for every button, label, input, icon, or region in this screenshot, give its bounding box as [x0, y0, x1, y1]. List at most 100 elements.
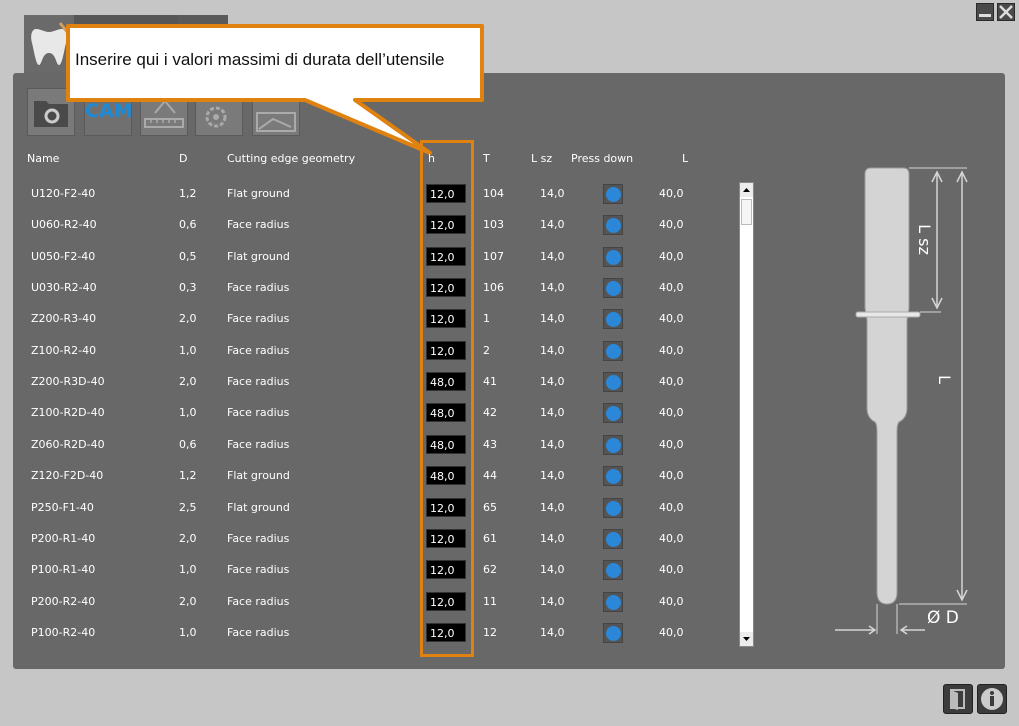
minimize-button[interactable] [976, 3, 994, 21]
press-down-button[interactable] [603, 184, 623, 204]
header-press-down: Press down [571, 152, 634, 165]
press-down-button[interactable] [603, 529, 623, 549]
press-down-dot-icon [606, 563, 621, 578]
row-l: 40,0 [659, 532, 684, 545]
press-down-button[interactable] [603, 623, 623, 643]
callout-text: Inserire qui i valori massimi di durata … [75, 50, 445, 69]
exit-button[interactable] [943, 684, 973, 714]
row-t: 103 [483, 218, 504, 231]
press-down-dot-icon [606, 344, 621, 359]
row-t: 43 [483, 438, 497, 451]
header-lsz: L sz [531, 152, 553, 165]
row-d: 1,0 [179, 344, 197, 357]
close-button[interactable] [997, 3, 1015, 21]
row-l: 40,0 [659, 218, 684, 231]
row-name: P100-R1-40 [31, 563, 96, 576]
row-d: 2,0 [179, 532, 197, 545]
row-l: 40,0 [659, 595, 684, 608]
press-down-dot-icon [606, 406, 621, 421]
row-name: Z100-R2D-40 [31, 406, 105, 419]
press-down-dot-icon [606, 312, 621, 327]
row-d: 2,0 [179, 595, 197, 608]
row-d: 1,0 [179, 563, 197, 576]
row-name: Z100-R2-40 [31, 344, 97, 357]
arrow-down-icon [743, 637, 750, 641]
row-t: 107 [483, 250, 504, 263]
row-geometry: Flat ground [227, 250, 290, 263]
callout-tooltip: Inserire qui i valori massimi di durata … [65, 23, 485, 155]
press-down-dot-icon [606, 532, 621, 547]
press-down-button[interactable] [603, 403, 623, 423]
row-geometry: Face radius [227, 438, 290, 451]
row-name: P250-F1-40 [31, 501, 94, 514]
press-down-button[interactable] [603, 466, 623, 486]
press-down-button[interactable] [603, 372, 623, 392]
row-geometry: Face radius [227, 312, 290, 325]
row-lsz: 14,0 [540, 595, 565, 608]
row-l: 40,0 [659, 312, 684, 325]
header-l: L [682, 152, 689, 165]
row-d: 0,6 [179, 438, 197, 451]
press-down-button[interactable] [603, 498, 623, 518]
row-t: 61 [483, 532, 497, 545]
press-down-dot-icon [606, 375, 621, 390]
info-button[interactable] [977, 684, 1007, 714]
row-d: 2,0 [179, 375, 197, 388]
row-d: 1,0 [179, 406, 197, 419]
row-t: 12 [483, 626, 497, 639]
row-t: 2 [483, 344, 490, 357]
h-column-highlight [420, 140, 474, 657]
row-geometry: Flat ground [227, 501, 290, 514]
row-lsz: 14,0 [540, 626, 565, 639]
row-l: 40,0 [659, 250, 684, 263]
row-l: 40,0 [659, 563, 684, 576]
press-down-dot-icon [606, 187, 621, 202]
row-t: 62 [483, 563, 497, 576]
scroll-down-button[interactable] [740, 632, 753, 646]
press-down-button[interactable] [603, 215, 623, 235]
row-l: 40,0 [659, 501, 684, 514]
row-t: 44 [483, 469, 497, 482]
row-lsz: 14,0 [540, 501, 565, 514]
row-d: 1,0 [179, 626, 197, 639]
row-t: 1 [483, 312, 490, 325]
info-icon [981, 688, 1003, 710]
scroll-up-button[interactable] [740, 183, 753, 197]
row-d: 2,0 [179, 312, 197, 325]
row-d: 1,2 [179, 469, 197, 482]
press-down-button[interactable] [603, 560, 623, 580]
press-down-dot-icon [606, 250, 621, 265]
press-down-dot-icon [606, 438, 621, 453]
row-name: Z200-R3D-40 [31, 375, 105, 388]
row-d: 1,2 [179, 187, 197, 200]
row-lsz: 14,0 [540, 532, 565, 545]
press-down-button[interactable] [603, 592, 623, 612]
row-lsz: 14,0 [540, 281, 565, 294]
row-t: 104 [483, 187, 504, 200]
row-name: U060-R2-40 [31, 218, 97, 231]
press-down-dot-icon [606, 626, 621, 641]
press-down-button[interactable] [603, 278, 623, 298]
row-lsz: 14,0 [540, 563, 565, 576]
row-l: 40,0 [659, 344, 684, 357]
row-name: U030-R2-40 [31, 281, 97, 294]
row-l: 40,0 [659, 406, 684, 419]
row-name: Z120-F2D-40 [31, 469, 104, 482]
row-name: Z060-R2D-40 [31, 438, 105, 451]
row-t: 42 [483, 406, 497, 419]
header-geometry: Cutting edge geometry [227, 152, 356, 165]
press-down-button[interactable] [603, 341, 623, 361]
row-t: 65 [483, 501, 497, 514]
row-t: 41 [483, 375, 497, 388]
scroll-thumb[interactable] [741, 199, 752, 225]
row-lsz: 14,0 [540, 187, 565, 200]
door-icon [950, 689, 965, 710]
table-scrollbar[interactable] [739, 182, 754, 647]
lsz-label: L sz [914, 224, 934, 255]
press-down-button[interactable] [603, 435, 623, 455]
press-down-button[interactable] [603, 247, 623, 267]
row-lsz: 14,0 [540, 312, 565, 325]
tool-diagram: L sz L Ø D [825, 160, 995, 640]
press-down-button[interactable] [603, 309, 623, 329]
row-geometry: Face radius [227, 375, 290, 388]
